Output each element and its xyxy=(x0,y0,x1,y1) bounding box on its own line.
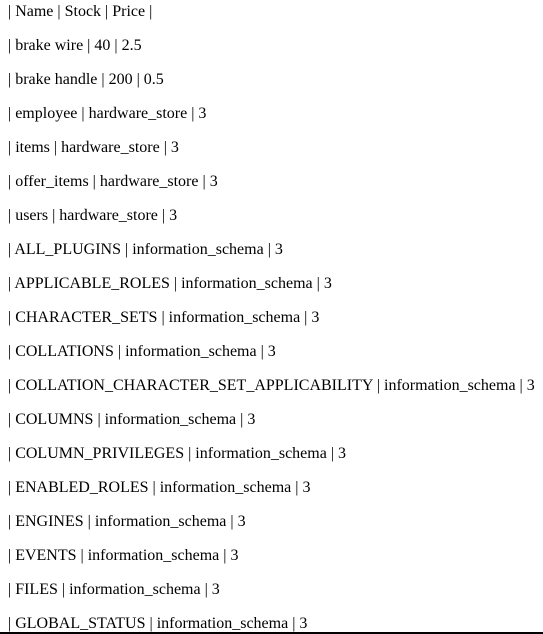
output-line: | ENGINES | information_schema | 3 xyxy=(8,513,246,530)
output-line: | users | hardware_store | 3 xyxy=(8,207,178,224)
output-line: | brake wire | 40 | 2.5 xyxy=(8,37,142,54)
output-line: | items | hardware_store | 3 xyxy=(8,139,179,156)
output-line: | EVENTS | information_schema | 3 xyxy=(8,547,239,564)
output-line: | ALL_PLUGINS | information_schema | 3 xyxy=(8,241,283,258)
output-line: | CHARACTER_SETS | information_schema | … xyxy=(8,309,320,326)
output-line: | COLUMN_PRIVILEGES | information_schema… xyxy=(8,445,347,462)
output-line: | ENABLED_ROLES | information_schema | 3 xyxy=(8,479,311,496)
output-line: | APPLICABLE_ROLES | information_schema … xyxy=(8,275,332,292)
output-line: | COLLATION_CHARACTER_SET_APPLICABILITY … xyxy=(8,377,535,394)
output-line: | FILES | information_schema | 3 xyxy=(8,581,220,598)
output-line: | COLLATIONS | information_schema | 3 xyxy=(8,343,276,360)
output-line: | Name | Stock | Price | xyxy=(8,3,153,20)
output-line: | employee | hardware_store | 3 xyxy=(8,105,207,122)
output-line: | GLOBAL_STATUS | information_schema | 3 xyxy=(8,615,308,632)
output-line: | brake handle | 200 | 0.5 xyxy=(8,71,164,88)
output-line: | COLUMNS | information_schema | 3 xyxy=(8,411,256,428)
output-line: | offer_items | hardware_store | 3 xyxy=(8,173,218,190)
query-output-page: | Name | Stock | Price | | brake wire | … xyxy=(0,0,543,634)
